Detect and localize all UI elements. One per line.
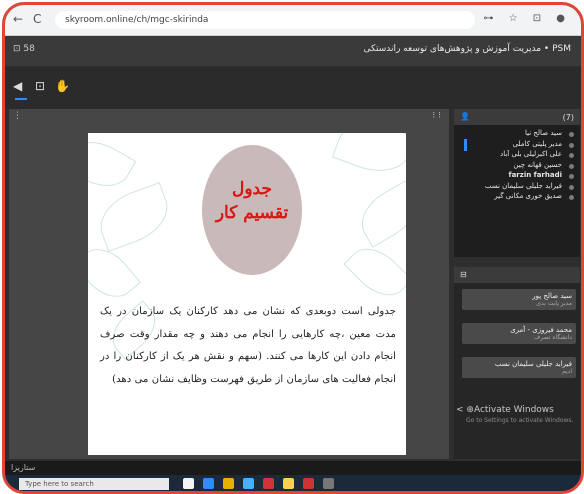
speaking-indicator bbox=[464, 139, 467, 151]
chat-message: سید صالح پور مدیر پایت بدی bbox=[462, 289, 576, 310]
task-view-icon[interactable] bbox=[183, 478, 194, 489]
leaf-decoration bbox=[331, 133, 406, 182]
taskbar-search-input[interactable]: Type here to search bbox=[19, 478, 169, 490]
slide: جدول تقسیم کار جدولی است دوبعدی که نشان … bbox=[88, 133, 406, 455]
participant-item[interactable]: farzin farhadi bbox=[454, 171, 580, 182]
stage-controls-icon[interactable]: ⁝ ⁝ bbox=[432, 111, 441, 121]
leaf-decoration bbox=[88, 133, 137, 198]
browser-bar: ← C skyroom.online/ch/mgc-skirinda ⊶ ☆ ⊡… bbox=[5, 5, 581, 36]
chat-header: ⊟ bbox=[454, 267, 580, 283]
back-icon[interactable]: ← bbox=[13, 12, 23, 26]
chat-text: ادیم bbox=[561, 368, 572, 375]
stage-menu-icon[interactable]: ⋮ bbox=[13, 111, 22, 121]
participant-item[interactable]: فیراید جلیلی سلیمان نسب bbox=[454, 182, 580, 193]
participants-header: 👤 (7) bbox=[454, 109, 580, 125]
active-tab-indicator bbox=[15, 98, 27, 100]
leaf-decoration bbox=[343, 237, 406, 307]
app-left-label[interactable]: ⊡ 58 bbox=[13, 44, 35, 54]
activate-windows-sub: Go to Settings to activate Windows. bbox=[466, 417, 574, 424]
participant-item[interactable]: مدیر پلیتی کاملی bbox=[454, 140, 580, 151]
screen-icon[interactable]: ⊡ bbox=[35, 79, 45, 93]
chat-text: دانشگاه تصرف bbox=[534, 334, 572, 341]
participant-item[interactable]: حسین قهانه چین bbox=[454, 161, 580, 172]
chat-text: مدیر پایت بدی bbox=[536, 300, 572, 307]
participant-item[interactable]: صدیق خوری مکانی گیر bbox=[454, 192, 580, 203]
stage-bar: ⋮ ⁝ ⁝ bbox=[9, 109, 449, 125]
leaf-decoration bbox=[91, 182, 177, 252]
taskbar: Type here to search bbox=[5, 475, 581, 491]
folder-icon[interactable] bbox=[223, 478, 234, 489]
participants-panel: 👤 (7) سید صالح نیا مدیر پلیتی کاملی علی … bbox=[454, 109, 580, 257]
refresh-icon[interactable]: C bbox=[33, 12, 41, 26]
toolbar: ◀ ⊡ ✋ bbox=[5, 67, 581, 109]
participant-item[interactable]: علی اکبرلیلی بلی آباد bbox=[454, 150, 580, 161]
footer-bar: ستاریزا bbox=[5, 461, 581, 475]
app-header: ⊡ 58 PSM • مدیریت آموزش و پژوهش‌های توسع… bbox=[5, 36, 581, 66]
chrome-icon[interactable] bbox=[283, 478, 294, 489]
chat-message: فیراید جلیلی سلیمان نسب ادیم bbox=[462, 357, 576, 378]
app-icon[interactable] bbox=[323, 478, 334, 489]
slide-title-line2: تقسیم کار bbox=[215, 203, 289, 223]
footer-label: ستاریزا bbox=[11, 463, 36, 472]
chat-sender: فیراید جلیلی سلیمان نسب bbox=[494, 360, 572, 368]
mail-icon[interactable] bbox=[243, 478, 254, 489]
hand-icon[interactable]: ✋ bbox=[55, 79, 70, 93]
slide-title-line1: جدول bbox=[232, 179, 272, 199]
presentation-stage: ⋮ ⁝ ⁝ جدول تقسیم کار جدولی است دوبعدی که… bbox=[9, 109, 449, 459]
chat-icon[interactable]: ⊟ bbox=[460, 270, 467, 279]
activate-windows-title: < ⊕Activate Windows bbox=[456, 405, 554, 415]
app-title: PSM • مدیریت آموزش و پژوهش‌های توسعه ران… bbox=[363, 44, 571, 54]
chat-message: محمد فیروزی - آمری دانشگاه تصرف bbox=[462, 323, 576, 344]
slide-body: جدولی است دوبعدی که نشان می دهد کارکنان … bbox=[100, 306, 396, 385]
address-bar[interactable]: skyroom.online/ch/mgc-skirinda bbox=[55, 11, 475, 29]
edge-icon[interactable] bbox=[203, 478, 214, 489]
participants-list: سید صالح نیا مدیر پلیتی کاملی علی اکبرلی… bbox=[454, 129, 580, 203]
chat-sender: سید صالح پور bbox=[532, 292, 572, 300]
store-icon[interactable] bbox=[263, 478, 274, 489]
app-icon[interactable] bbox=[303, 478, 314, 489]
browser-actions-icon[interactable]: ⊶ ☆ ⊡ ● bbox=[483, 13, 571, 24]
speaker-icon[interactable]: ◀ bbox=[13, 79, 22, 93]
window-frame: ← C skyroom.online/ch/mgc-skirinda ⊶ ☆ ⊡… bbox=[2, 2, 584, 494]
chat-panel: ⊟ سید صالح پور مدیر پایت بدی محمد فیروزی… bbox=[454, 267, 580, 459]
users-icon[interactable]: 👤 bbox=[460, 112, 470, 121]
chat-sender: محمد فیروزی - آمری bbox=[510, 326, 572, 334]
participant-item[interactable]: سید صالح نیا bbox=[454, 129, 580, 140]
slide-title: جدول تقسیم کار bbox=[202, 177, 302, 225]
participants-count: (7) bbox=[562, 113, 574, 122]
leaf-decoration bbox=[351, 180, 406, 248]
